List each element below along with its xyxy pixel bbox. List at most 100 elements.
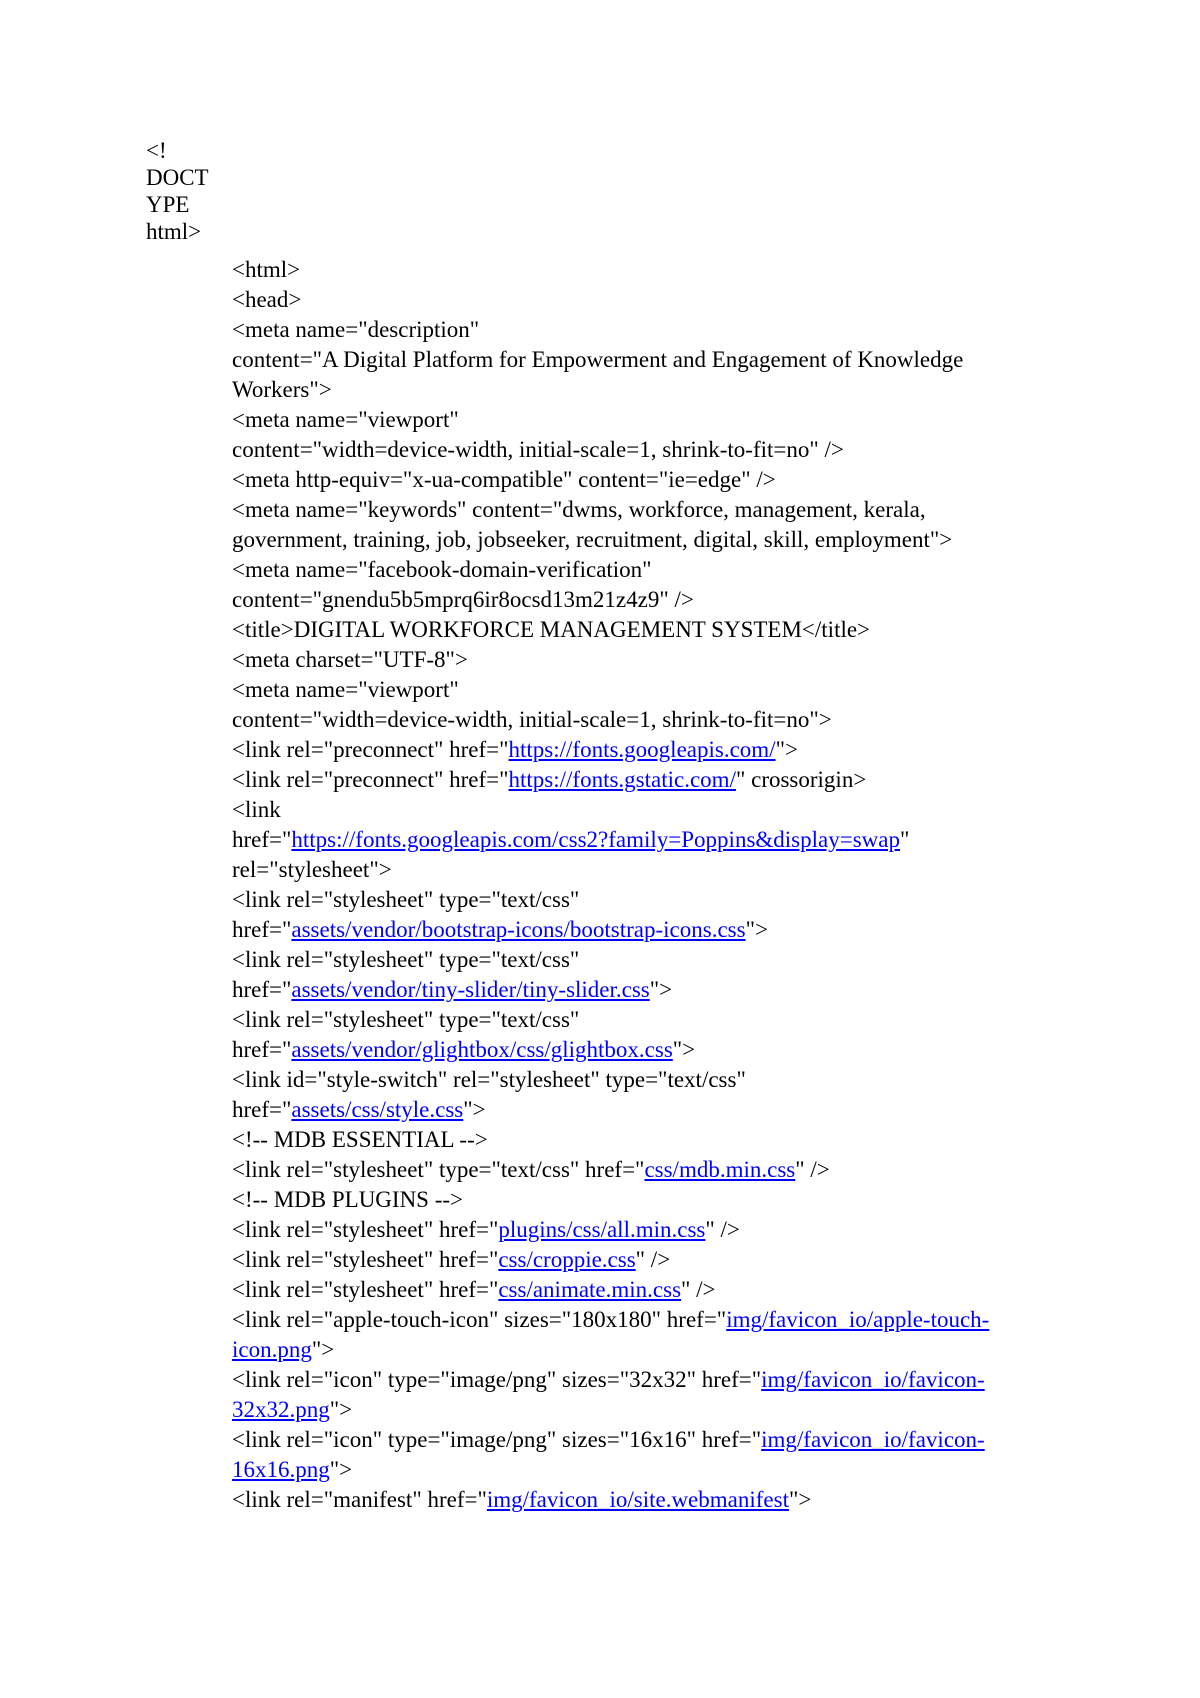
hyperlink[interactable]: img/favicon_io/site.webmanifest <box>487 1487 789 1512</box>
code-line: <meta name="facebook-domain-verification… <box>232 555 1032 585</box>
code-text: content="gnendu5b5mprq6ir8ocsd13m21z4z9"… <box>232 587 694 612</box>
code-line: <link rel="stylesheet" type="text/css" <box>232 885 1032 915</box>
code-line: <meta name="viewport" <box>232 675 1032 705</box>
doctype-block: <! DOCT YPE html> <box>146 137 226 245</box>
code-text: " /> <box>795 1157 830 1182</box>
doctype-line: DOCT <box>146 165 209 190</box>
code-text: " /> <box>635 1247 671 1272</box>
hyperlink[interactable]: assets/css/style.css <box>291 1097 463 1122</box>
code-text: href=" <box>232 1097 292 1122</box>
code-line: href="assets/vendor/tiny-slider/tiny-sli… <box>232 975 1032 1005</box>
hyperlink[interactable]: assets/vendor/glightbox/css/glightbox.cs… <box>291 1037 672 1062</box>
hyperlink[interactable]: https://fonts.gstatic.com/ <box>509 767 736 792</box>
code-text: " crossorigin> <box>735 767 867 792</box>
code-text: <link <box>232 797 281 822</box>
code-line: <link rel="stylesheet" href="css/croppie… <box>232 1245 1032 1275</box>
hyperlink[interactable]: css/animate.min.css <box>498 1277 681 1302</box>
code-text: "> <box>463 1097 486 1122</box>
code-text: <meta charset="UTF-8"> <box>232 647 468 672</box>
code-text: "> <box>329 1457 353 1482</box>
code-text: <link rel="stylesheet" type="text/css" <box>232 1007 580 1032</box>
code-line: <link id="style-switch" rel="stylesheet"… <box>232 1065 1032 1095</box>
doctype-line: <! <box>146 138 167 163</box>
code-line: <meta charset="UTF-8"> <box>232 645 1032 675</box>
code-text: "> <box>788 1487 812 1512</box>
code-line: <link rel="icon" type="image/png" sizes=… <box>232 1365 1032 1425</box>
code-line: <!-- MDB PLUGINS --> <box>232 1185 1032 1215</box>
code-text: <link rel="stylesheet" href=" <box>232 1277 499 1302</box>
code-line: <link rel="apple-touch-icon" sizes="180x… <box>232 1305 1032 1365</box>
code-text: <link rel="preconnect" href=" <box>232 767 509 792</box>
code-text: <meta name="viewport" <box>232 677 459 702</box>
code-text: <link rel="preconnect" href=" <box>232 737 509 762</box>
hyperlink[interactable]: assets/vendor/tiny-slider/tiny-slider.cs… <box>291 977 649 1002</box>
code-line: content="width=device-width, initial-sca… <box>232 705 1032 735</box>
code-text: href=" <box>232 977 292 1002</box>
code-text: <link rel="stylesheet" type="text/css" <box>232 947 580 972</box>
code-line: href="assets/vendor/bootstrap-icons/boot… <box>232 915 1032 945</box>
hyperlink[interactable]: https://fonts.googleapis.com/css2?family… <box>291 827 900 852</box>
code-line: <link rel="stylesheet" href="css/animate… <box>232 1275 1032 1305</box>
code-line: <title>DIGITAL WORKFORCE MANAGEMENT SYST… <box>232 615 1032 645</box>
hyperlink[interactable]: https://fonts.googleapis.com/ <box>509 737 776 762</box>
code-text: <html> <box>232 257 301 282</box>
code-line: <meta name="description" <box>232 315 1032 345</box>
hyperlink[interactable]: assets/vendor/bootstrap-icons/bootstrap-… <box>291 917 745 942</box>
code-line: <head> <box>232 285 1032 315</box>
code-text: <link rel="manifest" href=" <box>232 1487 487 1512</box>
code-line: rel="stylesheet"> <box>232 855 1032 885</box>
code-text: <title>DIGITAL WORKFORCE MANAGEMENT SYST… <box>232 617 871 642</box>
code-text: <link rel="stylesheet" href=" <box>232 1247 499 1272</box>
code-text: "> <box>745 917 768 942</box>
code-line: <link rel="stylesheet" href="plugins/css… <box>232 1215 1032 1245</box>
code-text: " <box>899 827 910 852</box>
code-line: <html> <box>232 255 1032 285</box>
doctype-line: html> <box>146 219 202 244</box>
code-text: <head> <box>232 287 302 312</box>
code-text: " /> <box>705 1217 740 1242</box>
code-text: href=" <box>232 827 292 852</box>
code-text: <!-- MDB PLUGINS --> <box>232 1187 464 1212</box>
code-text: "> <box>775 737 798 762</box>
code-text: <!-- MDB ESSENTIAL --> <box>232 1127 488 1152</box>
code-text: <link rel="icon" type="image/png" sizes=… <box>232 1367 762 1392</box>
code-text: <link rel="apple-touch-icon" sizes="180x… <box>232 1307 727 1332</box>
code-text: <meta name="viewport" <box>232 407 459 432</box>
code-text: content="A Digital Platform for Empowerm… <box>232 347 969 402</box>
code-line: <meta http-equiv="x-ua-compatible" conte… <box>232 465 1032 495</box>
code-text: <link rel="icon" type="image/png" sizes=… <box>232 1427 762 1452</box>
code-text: "> <box>311 1337 335 1362</box>
code-line: content="width=device-width, initial-sca… <box>232 435 1032 465</box>
code-line: href="https://fonts.googleapis.com/css2?… <box>232 825 1032 855</box>
code-line: <meta name="viewport" <box>232 405 1032 435</box>
hyperlink[interactable]: css/mdb.min.css <box>644 1157 795 1182</box>
document-page: <! DOCT YPE html> <html> <head> <meta name… <box>0 0 1200 1698</box>
code-text: rel="stylesheet"> <box>232 857 392 882</box>
code-text: <meta http-equiv="x-ua-compatible" conte… <box>232 467 776 492</box>
code-text: content="width=device-width, initial-sca… <box>232 707 832 732</box>
code-line: href="assets/css/style.css"> <box>232 1095 1032 1125</box>
doctype-line: YPE <box>146 192 190 217</box>
code-text: <link rel="stylesheet" href=" <box>232 1217 499 1242</box>
code-text: <link rel="stylesheet" type="text/css" h… <box>232 1157 645 1182</box>
code-text: <meta name="facebook-domain-verification… <box>232 557 652 582</box>
code-line: <link rel="stylesheet" type="text/css" <box>232 945 1032 975</box>
code-text: content="width=device-width, initial-sca… <box>232 437 844 462</box>
code-text: href=" <box>232 1037 292 1062</box>
code-line: <link rel="stylesheet" type="text/css" <box>232 1005 1032 1035</box>
hyperlink[interactable]: css/croppie.css <box>498 1247 635 1272</box>
code-text: "> <box>329 1397 353 1422</box>
code-line: href="assets/vendor/glightbox/css/glight… <box>232 1035 1032 1065</box>
code-text: <link id="style-switch" rel="stylesheet"… <box>232 1067 746 1092</box>
code-line: <link rel="preconnect" href="https://fon… <box>232 765 1032 795</box>
code-text: href=" <box>232 917 292 942</box>
code-line: <!-- MDB ESSENTIAL --> <box>232 1125 1032 1155</box>
code-line: <link rel="preconnect" href="https://fon… <box>232 735 1032 765</box>
code-text: <link rel="stylesheet" type="text/css" <box>232 887 580 912</box>
hyperlink[interactable]: plugins/css/all.min.css <box>498 1217 705 1242</box>
code-text: "> <box>649 977 673 1002</box>
code-listing: <html> <head> <meta name="description" cont… <box>232 255 1032 1515</box>
code-line: content="A Digital Platform for Empowerm… <box>232 345 1032 405</box>
code-text: " /> <box>681 1277 716 1302</box>
code-text: "> <box>672 1037 696 1062</box>
